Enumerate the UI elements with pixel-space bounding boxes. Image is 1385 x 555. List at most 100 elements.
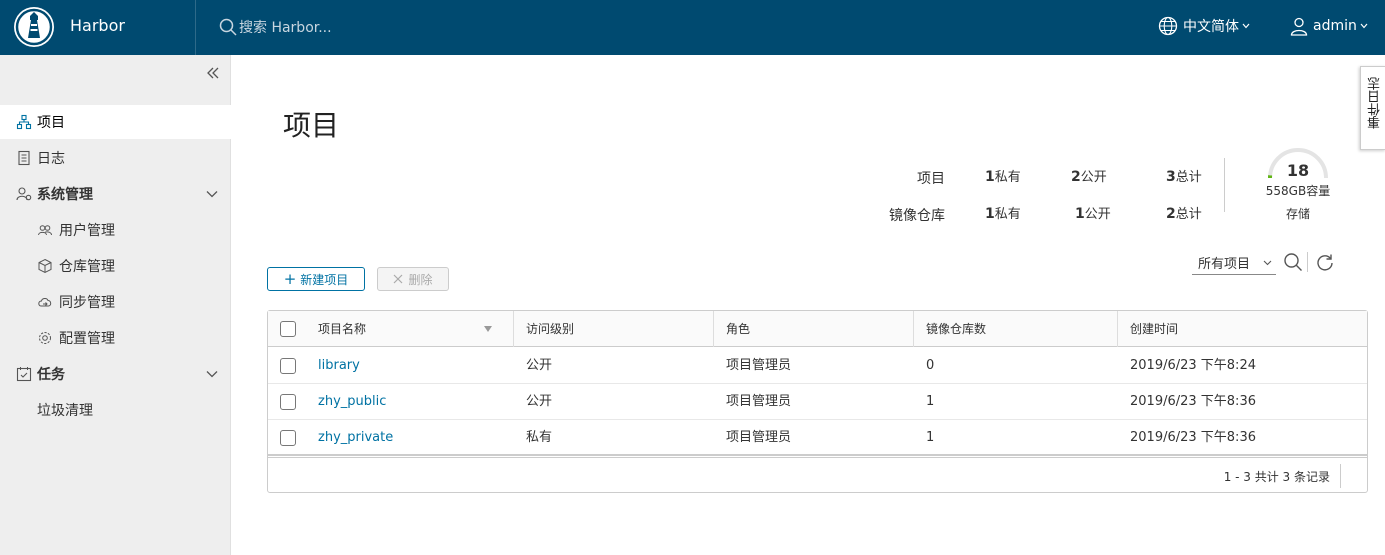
admin-icon [16,187,32,201]
column-header-name[interactable]: 项目名称 [306,311,513,347]
footer-divider [1340,464,1341,488]
sidebar-item-logs[interactable]: 日志 [0,141,231,175]
close-icon [394,274,403,284]
stats-repos-private: 1私有 [985,206,1021,222]
log-icon [18,150,30,166]
creation-time: 2019/6/23 下午8:36 [1130,430,1256,445]
globe-icon [1158,16,1178,36]
row-checkbox[interactable] [280,430,296,446]
chevron-down-icon [206,191,218,198]
project-name-link[interactable]: zhy_private [306,420,393,456]
collapse-sidebar-icon[interactable] [205,65,221,81]
access-level: 公开 [526,358,553,373]
tasks-icon [16,367,32,382]
stats-projects-total: 3总计 [1166,169,1202,185]
plus-icon: + [283,270,297,288]
stats-projects-private: 1私有 [985,169,1021,185]
settings-icon [39,332,51,344]
toolbar-divider [1307,252,1308,272]
filter-value: 所有项目 [1198,257,1251,272]
language-selector[interactable]: 中文简体 [1158,14,1255,38]
chevron-down-icon [206,371,218,378]
user-icon [1290,17,1308,36]
sidebar-group-tasks[interactable]: 任务 [0,357,231,391]
user-menu[interactable]: admin [1289,14,1372,38]
users-icon [38,225,52,236]
delete-label: 删除 [408,272,433,287]
sidebar-item-registries[interactable]: 仓库管理 [0,249,231,283]
creation-time: 2019/6/23 下午8:24 [1130,358,1256,373]
column-header-repos: 镜像仓库数 [913,311,1117,347]
refresh-icon[interactable] [1315,252,1335,272]
table-footer: 1 - 3 共计 3 条记录 [268,457,1367,492]
stats-repos-public: 1公开 [1075,206,1111,222]
repo-count: 1 [926,394,935,409]
stats-projects-public: 2公开 [1071,169,1107,185]
role: 项目管理员 [726,358,792,373]
row-checkbox[interactable] [280,358,296,374]
event-log-label: 事件日志 [1368,77,1383,129]
sidebar-item-label: 仓库管理 [59,259,115,275]
registry-icon [38,258,52,274]
project-name-link[interactable]: zhy_public [306,384,386,420]
storage-value: 18 [1286,161,1310,180]
global-search[interactable]: 搜索 Harbor... [219,14,332,40]
table-header: 项目名称 访问级别 角色 镜像仓库数 创建时间 [268,311,1367,347]
sidebar-item-label: 日志 [37,151,65,167]
search-icon[interactable] [1283,252,1303,272]
projects-table: 项目名称 访问级别 角色 镜像仓库数 创建时间 library 公开 项目管理员… [267,310,1368,493]
new-project-label: 新建项目 [300,272,349,287]
sidebar: 项目 日志 系统管理 用户管理 仓库管理 同步管理 配置管理 任务 垃圾清理 [0,55,231,555]
sort-icon[interactable] [484,325,492,333]
chevron-down-icon [1242,23,1250,29]
stats-divider [1224,158,1225,212]
search-placeholder: 搜索 Harbor... [239,20,332,36]
stats-repos-label: 镜像仓库 [889,208,945,224]
chevron-down-icon [1360,23,1368,29]
sidebar-item-label: 配置管理 [59,331,115,347]
sidebar-item-label: 垃圾清理 [37,403,93,419]
storage-label: 存储 [1285,207,1310,221]
sidebar-item-label: 系统管理 [37,187,93,203]
role: 项目管理员 [726,430,792,445]
replication-icon [38,298,52,307]
access-level: 私有 [526,430,553,445]
project-name-link[interactable]: library [306,348,360,384]
repo-count: 0 [926,358,935,373]
projects-icon [16,114,32,130]
delete-button[interactable]: 删除 [377,267,449,291]
sidebar-item-replication[interactable]: 同步管理 [0,285,231,319]
header-divider [195,0,196,55]
table-row[interactable]: zhy_public 公开 项目管理员 1 2019/6/23 下午8:36 [268,384,1367,420]
role: 项目管理员 [726,394,792,409]
sidebar-item-label: 同步管理 [59,295,115,311]
language-label: 中文简体 [1183,19,1239,35]
table-row[interactable]: library 公开 项目管理员 0 2019/6/23 下午8:24 [268,348,1367,384]
sidebar-item-users[interactable]: 用户管理 [0,213,231,247]
page-title: 项目 [283,109,340,142]
sidebar-group-admin[interactable]: 系统管理 [0,177,231,211]
sidebar-item-gc[interactable]: 垃圾清理 [0,393,231,427]
event-log-tab[interactable]: 事件日志 [1360,66,1385,150]
sidebar-item-label: 用户管理 [59,223,115,239]
new-project-button[interactable]: + 新建项目 [267,267,365,291]
column-header-created: 创建时间 [1117,311,1367,347]
stats-projects-label: 项目 [917,171,945,187]
sidebar-item-projects[interactable]: 项目 [0,105,231,139]
harbor-logo[interactable] [14,7,54,47]
stats-repos-total: 2总计 [1166,206,1202,222]
sidebar-item-configuration[interactable]: 配置管理 [0,321,231,355]
username: admin [1313,18,1357,34]
sidebar-item-label: 任务 [37,367,65,383]
select-all-checkbox[interactable] [280,321,296,337]
table-row[interactable]: zhy_private 私有 项目管理员 1 2019/6/23 下午8:36 [268,420,1367,456]
brand-name[interactable]: Harbor [70,16,125,35]
search-icon [219,18,237,36]
column-header-role: 角色 [713,311,913,347]
column-header-access: 访问级别 [513,311,713,347]
storage-capacity: 558GB容量 [1265,184,1331,198]
project-filter-select[interactable]: 所有项目 [1192,251,1276,275]
access-level: 公开 [526,394,553,409]
row-checkbox[interactable] [280,394,296,410]
sidebar-item-label: 项目 [37,115,65,131]
